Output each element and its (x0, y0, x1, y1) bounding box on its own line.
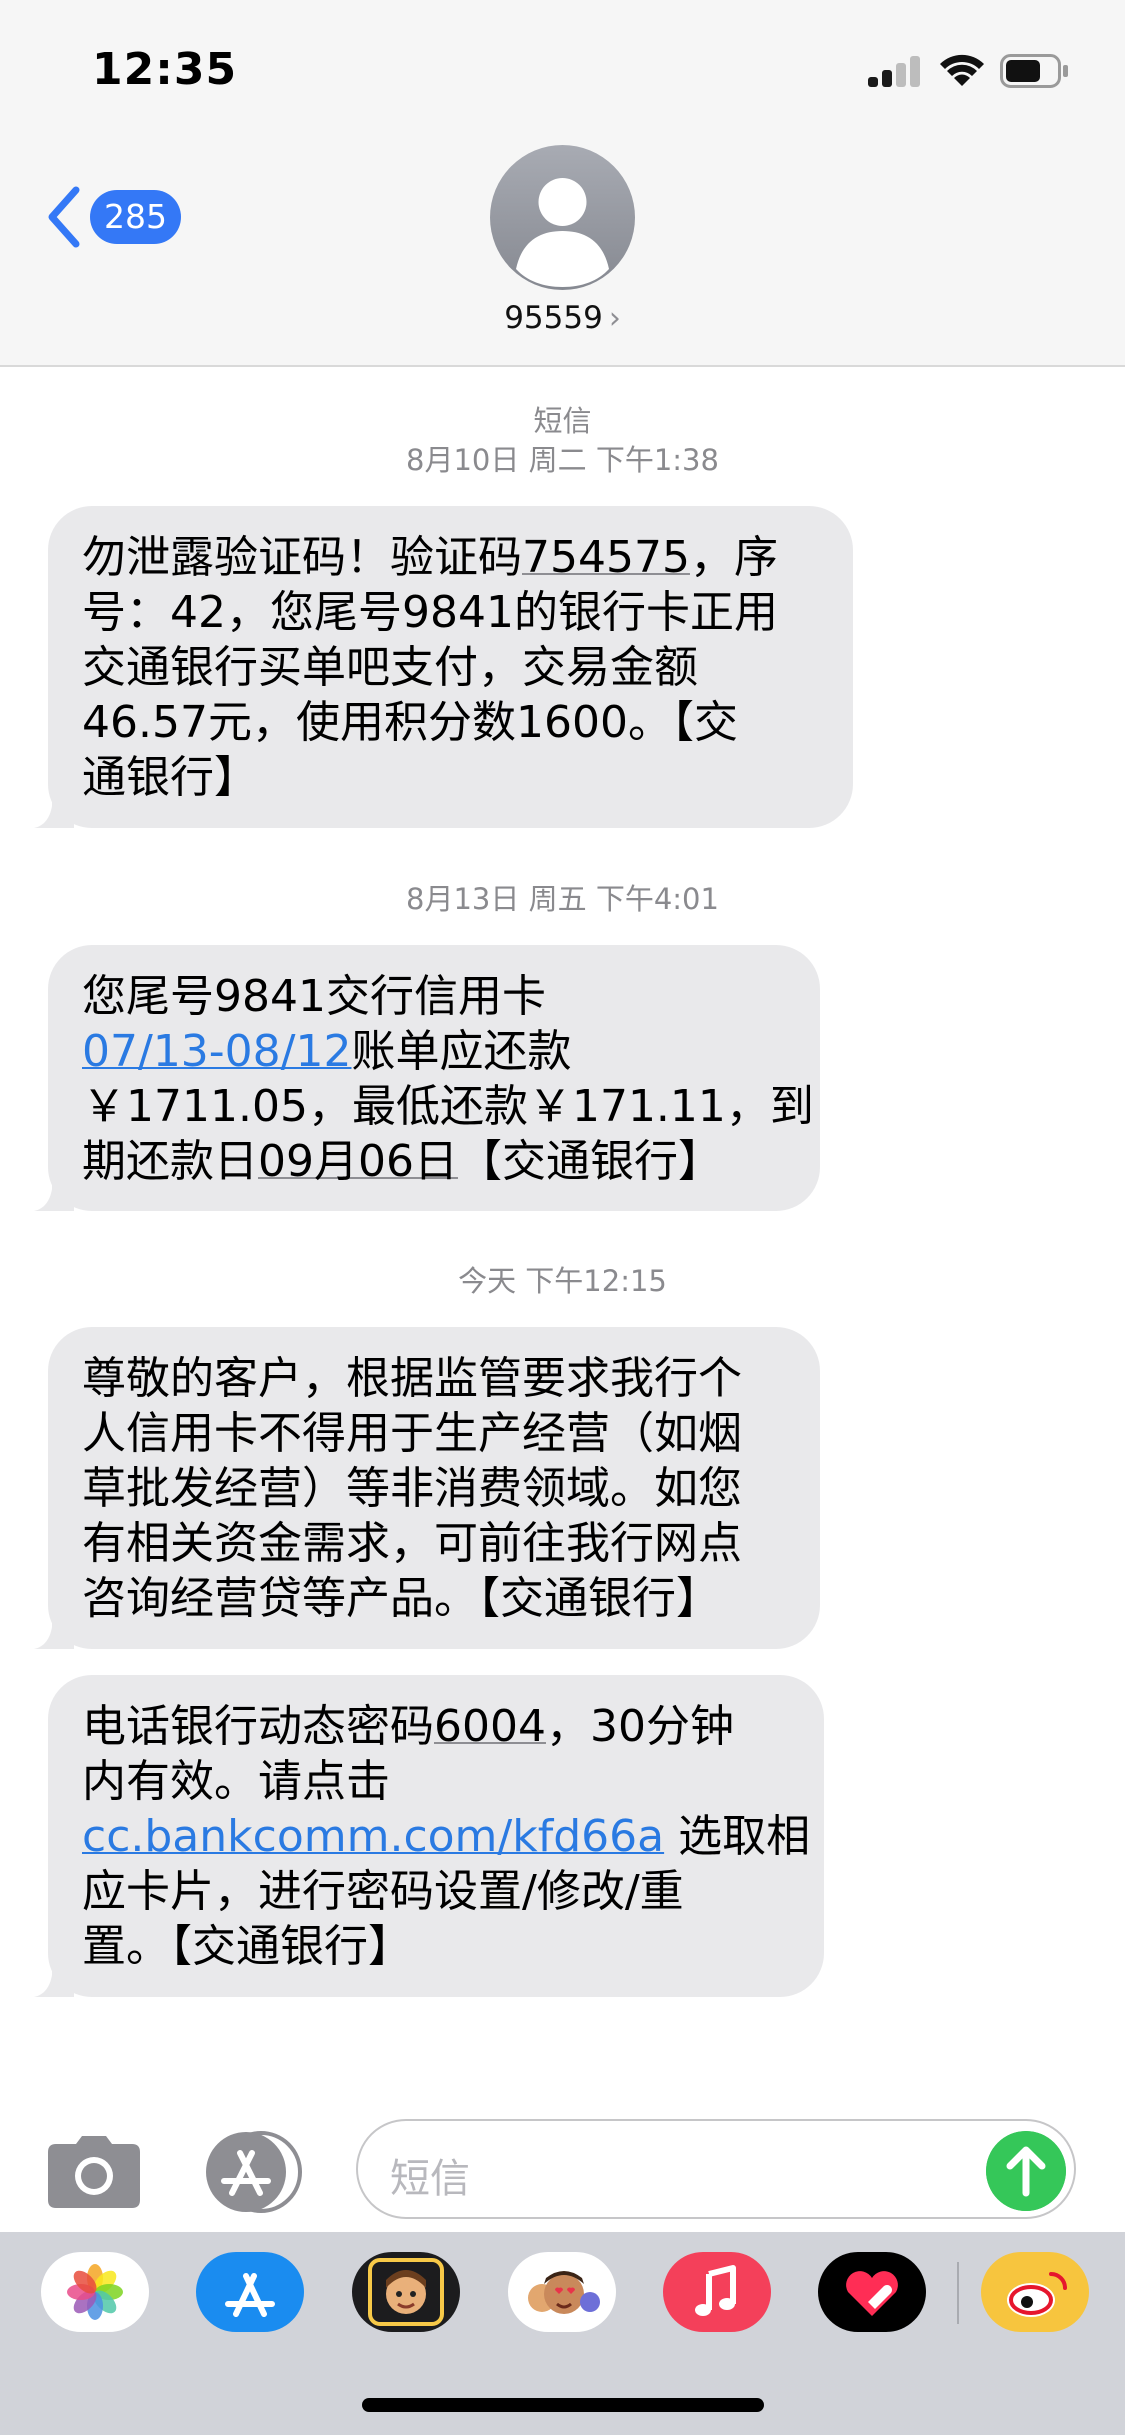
camera-icon[interactable] (48, 2136, 140, 2208)
message-line: 草批发经营）等非消费领域。如您 (82, 1463, 742, 1514)
message-line: ￥1711.05，最低还款￥171.11，到 (82, 1081, 814, 1132)
home-indicator[interactable] (362, 2398, 764, 2412)
battery-icon (1000, 54, 1068, 88)
message-line: 应卡片，进行密码设置/修改/重 (82, 1866, 684, 1917)
person-silhouette-icon (516, 178, 609, 287)
app-store-icon[interactable] (200, 2131, 304, 2213)
conversation-header: 12:35 285 95559 › (0, 0, 1125, 367)
bank-url-link[interactable]: cc.bankcomm.com/kfd66a (82, 1811, 664, 1862)
contact-avatar-icon[interactable] (490, 145, 635, 290)
service-label: 短信 (533, 404, 592, 438)
digital-touch-app-icon[interactable] (818, 2252, 926, 2332)
send-arrow-icon[interactable] (986, 2131, 1066, 2211)
timestamp: 8月10日 周二 下午1:38 (406, 443, 719, 477)
drawer-divider (957, 2262, 959, 2324)
message-bubble[interactable]: 电话银行动态密码6004，30分钟 内有效。请点击 cc.bankcomm.co… (34, 1675, 824, 1997)
message-bubble[interactable]: 您尾号9841交行信用卡 07/13-08/12账单应还款 ￥1711.05，最… (34, 945, 820, 1211)
due-date[interactable]: 09月06日 (258, 1136, 458, 1187)
message-bubble[interactable]: 勿泄露验证码！验证码754575，序 号：42，您尾号9841的银行卡正用 交通… (34, 506, 853, 828)
message-line: 您尾号9841交行信用卡 (82, 971, 546, 1022)
message-line: 有相关资金需求，可前往我行网点 (82, 1518, 742, 1569)
message-line: 内有效。请点击 (82, 1756, 390, 1807)
bubble-tail (34, 1957, 74, 1997)
animoji-app-icon[interactable] (508, 2252, 616, 2332)
unread-count-badge: 285 (90, 190, 181, 244)
message-line: 勿泄露验证码！验证码754575，序 (82, 532, 778, 583)
message-line: 07/13-08/12账单应还款 (82, 1026, 572, 1077)
verification-code[interactable]: 754575 (522, 532, 690, 583)
contact-name: 95559 (504, 300, 603, 336)
back-button[interactable]: 285 (44, 182, 194, 252)
back-chevron-icon (48, 186, 80, 248)
app-store-app-icon[interactable] (196, 2252, 304, 2332)
wifi-icon (940, 54, 984, 86)
message-line: 通银行】 (82, 752, 258, 803)
message-line: 期还款日09月06日【交通银行】 (82, 1136, 722, 1187)
date-range-link[interactable]: 07/13-08/12 (82, 1026, 351, 1077)
contact-name-row[interactable]: 95559 › (0, 300, 1125, 336)
message-line: 咨询经营贷等产品。【交通银行】 (82, 1573, 720, 1624)
dynamic-password[interactable]: 6004 (434, 1701, 546, 1752)
status-time: 12:35 (92, 44, 238, 95)
music-app-icon[interactable] (663, 2252, 771, 2332)
message-input[interactable]: 短信 (356, 2119, 1076, 2219)
timestamp: 今天 下午12:15 (458, 1264, 667, 1298)
message-line: 号：42，您尾号9841的银行卡正用 (82, 587, 778, 638)
message-line: 交通银行买单吧支付，交易金额 (82, 642, 698, 693)
message-line: 电话银行动态密码6004，30分钟 (82, 1701, 734, 1752)
bubble-tail (34, 1609, 74, 1649)
memoji-app-icon[interactable] (352, 2252, 460, 2332)
message-line: 尊敬的客户，根据监管要求我行个 (82, 1353, 742, 1404)
bubble-tail (34, 788, 74, 828)
photos-app-icon[interactable] (41, 2252, 149, 2332)
message-line: 46.57元，使用积分数1600。【交 (82, 697, 738, 748)
cellular-signal-icon (868, 56, 920, 87)
message-line: 置。【交通银行】 (82, 1921, 412, 1972)
chevron-right-icon: › (608, 301, 621, 336)
bubble-tail (34, 1171, 74, 1211)
message-line: 人信用卡不得用于生产经营（如烟 (82, 1408, 742, 1459)
message-placeholder: 短信 (390, 2156, 470, 2202)
timestamp: 8月13日 周五 下午4:01 (406, 882, 719, 916)
message-bubble[interactable]: 尊敬的客户，根据监管要求我行个 人信用卡不得用于生产经营（如烟 草批发经营）等非… (34, 1327, 820, 1649)
message-line: cc.bankcomm.com/kfd66a 选取相 (82, 1811, 811, 1862)
weibo-app-icon[interactable] (981, 2252, 1089, 2332)
